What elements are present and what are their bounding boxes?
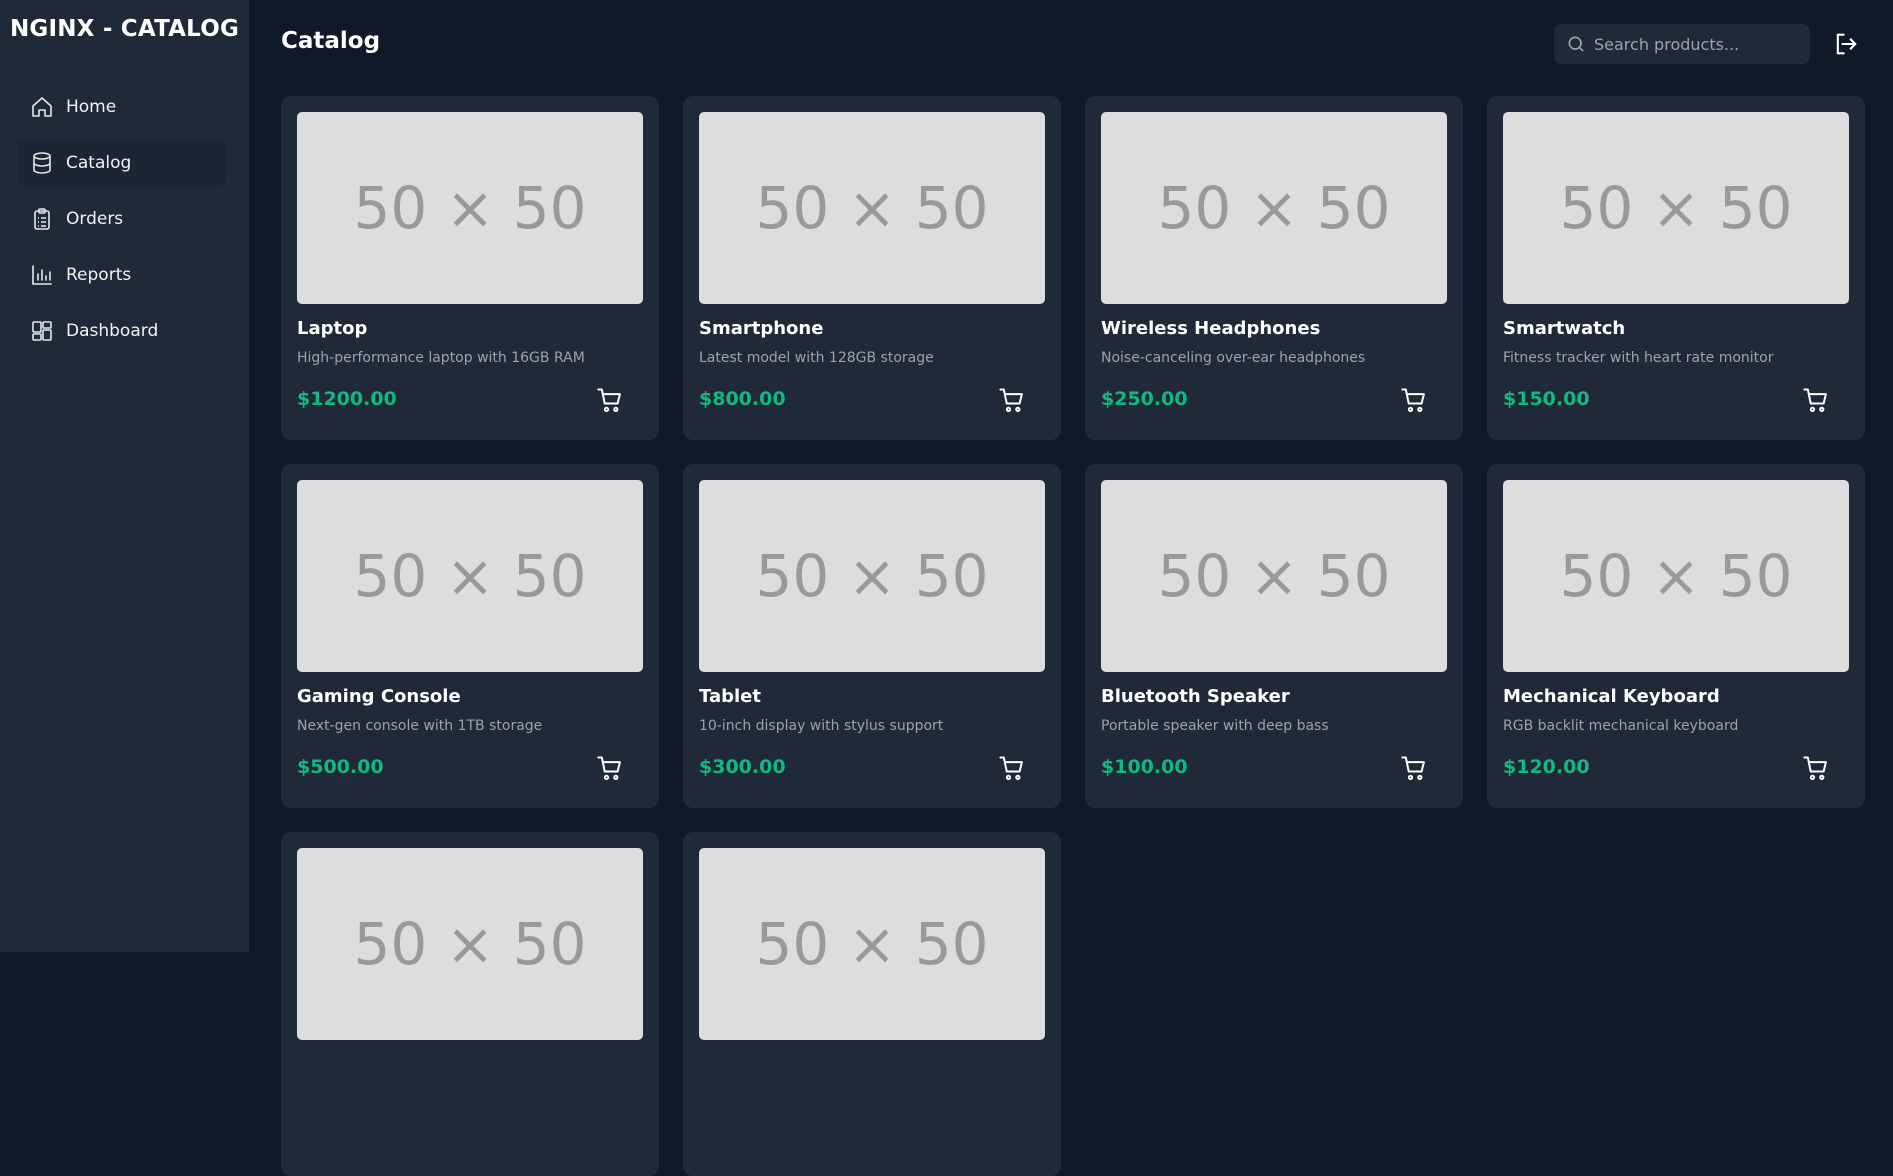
- product-description: Latest model with 128GB storage: [699, 350, 934, 366]
- logout-button[interactable]: [1832, 30, 1860, 58]
- add-to-cart-button[interactable]: [1400, 386, 1430, 416]
- product-card[interactable]: 50 × 50 Smartwatch Fitness tracker with …: [1487, 96, 1865, 440]
- product-grid: 50 × 50 Laptop High-performance laptop w…: [281, 96, 1865, 1176]
- clipboard-icon: [34, 208, 50, 230]
- sidebar-item-catalog[interactable]: Catalog: [18, 140, 226, 186]
- product-description: Fitness tracker with heart rate monitor: [1503, 350, 1774, 366]
- cart-icon: [999, 756, 1023, 780]
- bar-chart-icon: [32, 265, 52, 285]
- product-description: Portable speaker with deep bass: [1101, 718, 1329, 734]
- product-card[interactable]: 50 × 50 Smartphone Latest model with 128…: [683, 96, 1061, 440]
- product-image-placeholder: 50 × 50: [1503, 480, 1849, 672]
- cart-icon: [1803, 388, 1827, 412]
- cart-icon: [999, 388, 1023, 412]
- product-card[interactable]: 50 × 50 Wireless Headphones Noise-cancel…: [1085, 96, 1463, 440]
- main-content: Catalog 50 × 50 Laptop High-performance …: [249, 0, 1893, 1176]
- cart-icon: [1401, 388, 1425, 412]
- add-to-cart-button[interactable]: [1400, 754, 1430, 784]
- product-name: Smartphone: [699, 318, 824, 339]
- product-description: High-performance laptop with 16GB RAM: [297, 350, 585, 366]
- cart-icon: [597, 388, 621, 412]
- product-image-placeholder: 50 × 50: [1101, 480, 1447, 672]
- product-card[interactable]: 50 × 50 Laptop High-performance laptop w…: [281, 96, 659, 440]
- product-price: $1200.00: [297, 388, 397, 410]
- sidebar-nav: Home Catalog Orders Reports Dashboard: [18, 84, 226, 364]
- product-price: $300.00: [699, 756, 786, 778]
- product-card[interactable]: 50 × 50: [281, 832, 659, 1176]
- cart-icon: [597, 756, 621, 780]
- product-card[interactable]: 50 × 50 Tablet 10-inch display with styl…: [683, 464, 1061, 808]
- product-name: Smartwatch: [1503, 318, 1626, 339]
- product-image-placeholder: 50 × 50: [699, 480, 1045, 672]
- page-title: Catalog: [281, 28, 381, 54]
- product-price: $120.00: [1503, 756, 1590, 778]
- product-image-placeholder: 50 × 50: [297, 848, 643, 1040]
- add-to-cart-button[interactable]: [596, 386, 626, 416]
- product-card[interactable]: 50 × 50 Bluetooth Speaker Portable speak…: [1085, 464, 1463, 808]
- product-price: $800.00: [699, 388, 786, 410]
- product-card[interactable]: 50 × 50: [683, 832, 1061, 1176]
- sidebar: NGINX - CATALOG Home Catalog Orders Repo…: [0, 0, 249, 952]
- sidebar-item-orders[interactable]: Orders: [18, 196, 226, 242]
- product-image-placeholder: 50 × 50: [297, 112, 643, 304]
- product-description: Noise-canceling over-ear headphones: [1101, 350, 1366, 366]
- product-price: $500.00: [297, 756, 384, 778]
- sidebar-item-label: Dashboard: [66, 321, 159, 341]
- product-description: 10-inch display with stylus support: [699, 718, 944, 734]
- product-card[interactable]: 50 × 50 Mechanical Keyboard RGB backlit …: [1487, 464, 1865, 808]
- product-name: Gaming Console: [297, 686, 461, 707]
- database-icon: [33, 152, 51, 174]
- sidebar-item-home[interactable]: Home: [18, 84, 226, 130]
- product-price: $100.00: [1101, 756, 1188, 778]
- product-name: Bluetooth Speaker: [1101, 686, 1290, 707]
- product-name: Wireless Headphones: [1101, 318, 1321, 339]
- product-image-placeholder: 50 × 50: [699, 848, 1045, 1040]
- product-image-placeholder: 50 × 50: [699, 112, 1045, 304]
- search-icon: [1568, 36, 1584, 52]
- logout-icon: [1836, 33, 1857, 55]
- cart-icon: [1401, 756, 1425, 780]
- product-image-placeholder: 50 × 50: [1101, 112, 1447, 304]
- sidebar-item-label: Reports: [66, 265, 132, 285]
- search-input[interactable]: [1594, 34, 1794, 54]
- product-name: Laptop: [297, 318, 368, 339]
- product-image-placeholder: 50 × 50: [297, 480, 643, 672]
- product-price: $150.00: [1503, 388, 1590, 410]
- product-price: $250.00: [1101, 388, 1188, 410]
- sidebar-item-dashboard[interactable]: Dashboard: [18, 308, 226, 354]
- add-to-cart-button[interactable]: [1802, 386, 1832, 416]
- sidebar-item-label: Catalog: [66, 153, 132, 173]
- product-image-placeholder: 50 × 50: [1503, 112, 1849, 304]
- sidebar-item-label: Home: [66, 97, 117, 117]
- product-name: Mechanical Keyboard: [1503, 686, 1720, 707]
- app-brand: NGINX - CATALOG: [9, 16, 240, 42]
- add-to-cart-button[interactable]: [998, 386, 1028, 416]
- product-description: RGB backlit mechanical keyboard: [1503, 718, 1739, 734]
- sidebar-item-reports[interactable]: Reports: [18, 252, 226, 298]
- product-name: Tablet: [699, 686, 761, 707]
- add-to-cart-button[interactable]: [596, 754, 626, 784]
- product-description: Next-gen console with 1TB storage: [297, 718, 543, 734]
- add-to-cart-button[interactable]: [998, 754, 1028, 784]
- dashboard-grid-icon: [32, 321, 52, 341]
- product-card[interactable]: 50 × 50 Gaming Console Next-gen console …: [281, 464, 659, 808]
- search-box[interactable]: [1554, 24, 1810, 64]
- cart-icon: [1803, 756, 1827, 780]
- add-to-cart-button[interactable]: [1802, 754, 1832, 784]
- home-icon: [32, 97, 52, 117]
- sidebar-item-label: Orders: [66, 209, 124, 229]
